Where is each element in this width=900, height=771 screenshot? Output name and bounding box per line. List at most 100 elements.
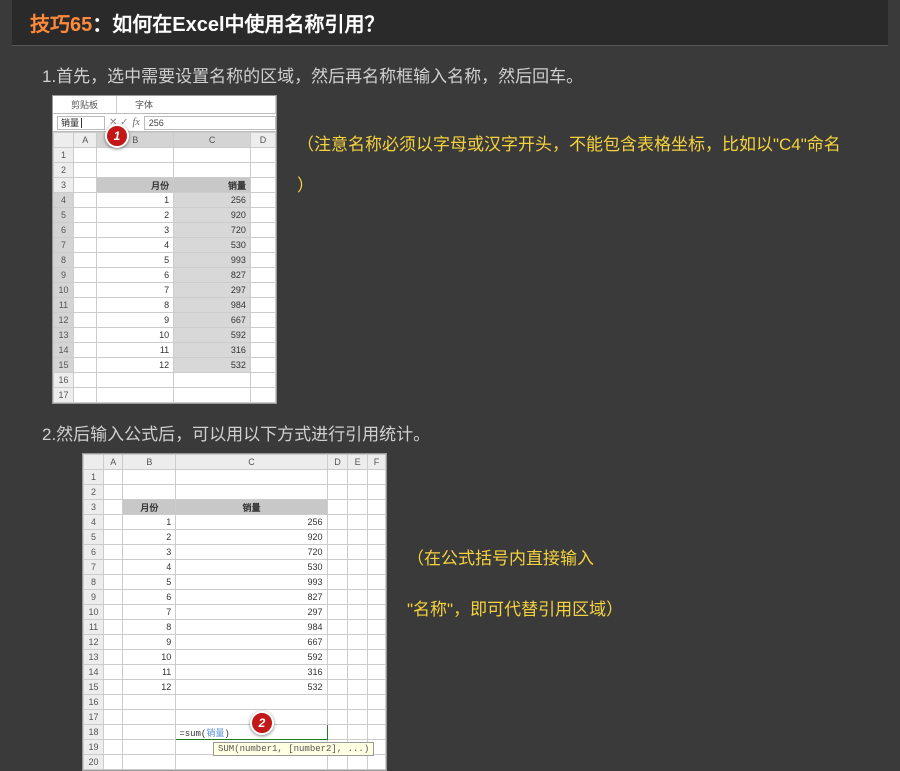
cell: 12 — [97, 358, 174, 373]
cell — [250, 178, 275, 193]
cell — [367, 635, 385, 650]
cell — [367, 650, 385, 665]
cell — [174, 148, 251, 163]
cell — [104, 485, 123, 500]
cell — [176, 695, 327, 710]
row-header: 6 — [84, 545, 104, 560]
cell — [104, 710, 123, 725]
badge-2: 2 — [250, 711, 274, 735]
cell — [104, 500, 123, 515]
cell: 9 — [97, 313, 174, 328]
cell — [104, 755, 123, 770]
cell — [327, 560, 348, 575]
cell — [327, 710, 348, 725]
row-header: 15 — [54, 358, 74, 373]
row-header: 3 — [84, 500, 104, 515]
excel-screenshot-1: 剪贴板 字体 销量 ✕ ✓ fx 256 ABCD123月份销量41256529… — [52, 95, 277, 404]
cell — [74, 178, 97, 193]
row-header: 14 — [84, 665, 104, 680]
cell — [104, 620, 123, 635]
note2: （在公式括号内直接输入 "名称"，即可代替引用区域） — [407, 453, 888, 635]
cell — [367, 575, 385, 590]
cell: 11 — [123, 665, 176, 680]
cell: 532 — [174, 358, 251, 373]
cell — [250, 343, 275, 358]
row-header: 9 — [54, 268, 74, 283]
cell — [348, 680, 367, 695]
cell — [104, 545, 123, 560]
cell — [367, 560, 385, 575]
cell — [250, 298, 275, 313]
cell: 10 — [123, 650, 176, 665]
cell — [348, 590, 367, 605]
cell — [176, 485, 327, 500]
cell — [348, 620, 367, 635]
cell — [104, 740, 123, 755]
col-header: C — [174, 133, 251, 148]
row-header: 16 — [84, 695, 104, 710]
cell — [123, 755, 176, 770]
cell: 720 — [176, 545, 327, 560]
cell — [348, 635, 367, 650]
cell — [250, 148, 275, 163]
cell: 6 — [97, 268, 174, 283]
cell — [250, 253, 275, 268]
cell: 11 — [97, 343, 174, 358]
name-box[interactable]: 销量 — [57, 116, 105, 130]
cell: 1 — [97, 193, 174, 208]
cell — [367, 605, 385, 620]
cell — [327, 545, 348, 560]
cell — [250, 193, 275, 208]
cell — [327, 530, 348, 545]
note1: （注意名称必须以字母或汉字开头，不能包含表格坐标，比如以"C4"命名 ） — [297, 95, 888, 207]
col-header: D — [327, 455, 348, 470]
cell — [174, 373, 251, 388]
cell: 667 — [176, 635, 327, 650]
cell — [327, 755, 348, 770]
cell — [104, 575, 123, 590]
cell — [123, 485, 176, 500]
cell — [348, 605, 367, 620]
cell — [250, 283, 275, 298]
cell — [104, 530, 123, 545]
cell — [104, 590, 123, 605]
cell: 4 — [97, 238, 174, 253]
cell — [74, 268, 97, 283]
cell: 8 — [97, 298, 174, 313]
row-header: 10 — [54, 283, 74, 298]
cell — [348, 500, 367, 515]
fx-icon: fx — [133, 117, 140, 128]
cell — [123, 710, 176, 725]
cell — [176, 755, 327, 770]
cell — [367, 485, 385, 500]
cell: 984 — [174, 298, 251, 313]
cell — [74, 358, 97, 373]
cell: 984 — [176, 620, 327, 635]
row-header: 17 — [54, 388, 74, 403]
note2-line2: "名称"，即可代替引用区域） — [407, 584, 888, 635]
cell: 销量 — [174, 178, 251, 193]
cell: 销量 — [176, 500, 327, 515]
cell — [367, 725, 385, 740]
cell — [367, 665, 385, 680]
cell — [104, 635, 123, 650]
cell — [327, 470, 348, 485]
cell: 297 — [176, 605, 327, 620]
cell — [367, 755, 385, 770]
cell — [176, 470, 327, 485]
cell — [123, 470, 176, 485]
col-header: D — [250, 133, 275, 148]
cell — [250, 223, 275, 238]
cell: 532 — [176, 680, 327, 695]
cell — [250, 328, 275, 343]
cell: 2 — [97, 208, 174, 223]
cell: 316 — [174, 343, 251, 358]
cell — [74, 283, 97, 298]
cell — [250, 373, 275, 388]
cell: 993 — [176, 575, 327, 590]
cell: 4 — [123, 560, 176, 575]
cell — [174, 388, 251, 403]
cell — [348, 650, 367, 665]
cell — [348, 725, 367, 740]
row-header: 1 — [84, 470, 104, 485]
